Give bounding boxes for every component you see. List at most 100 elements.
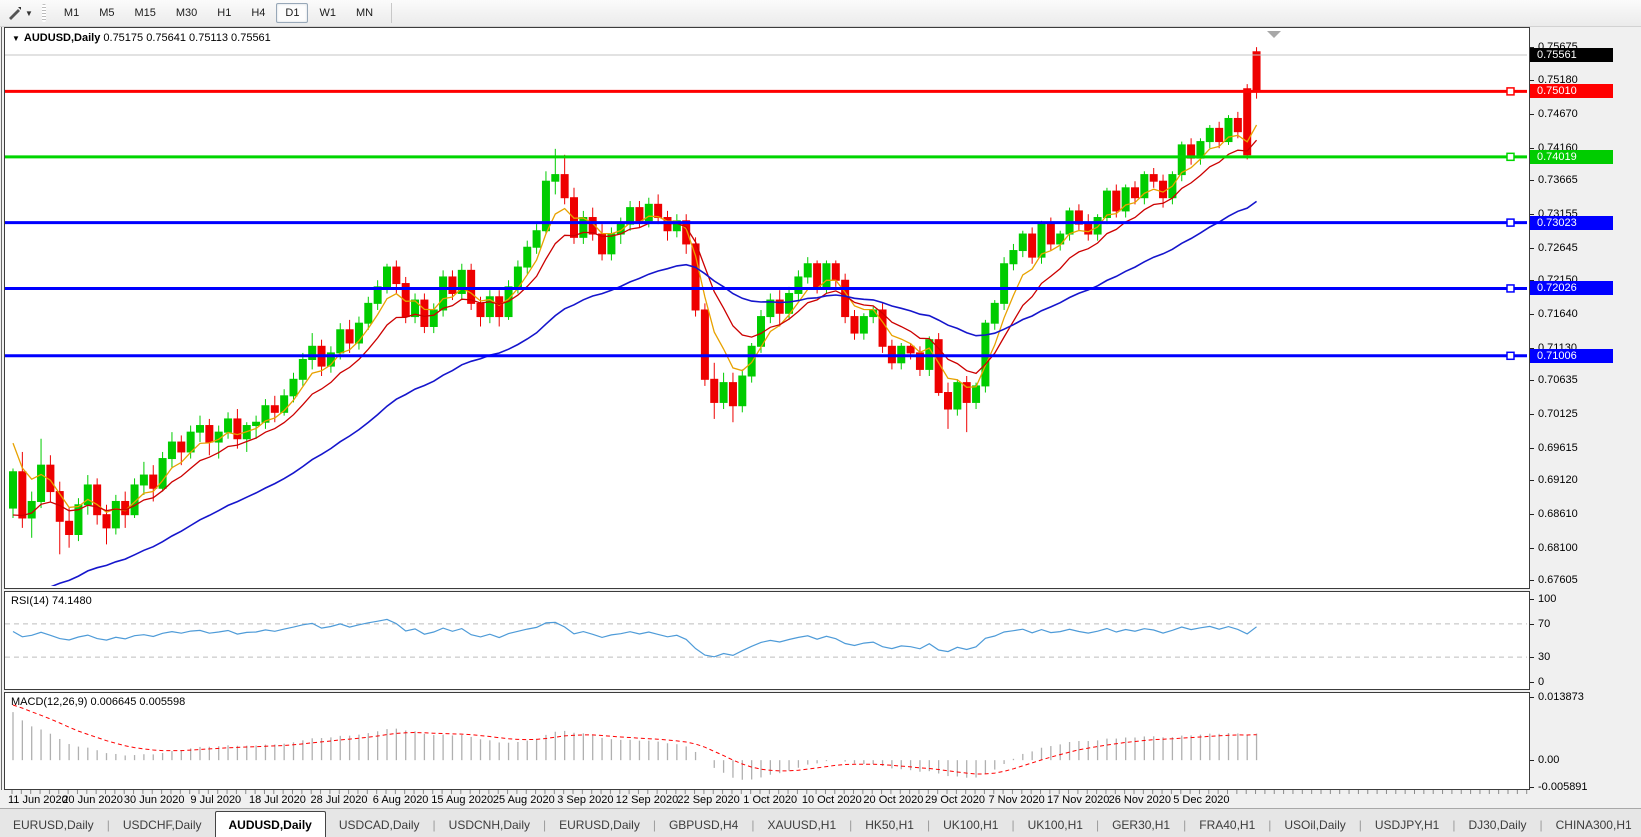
chart-tab[interactable]: HK50,H1 xyxy=(852,813,927,837)
mt4-window: ▼ M1M5M15M30H1H4D1W1MN ▼AUDUSD,Daily 0.7… xyxy=(0,0,1641,837)
date-label: 11 Jun 2020 xyxy=(8,794,68,806)
price-tick-label: 0.69615 xyxy=(1538,442,1578,454)
candle-body xyxy=(94,485,101,515)
candle-body xyxy=(711,379,718,402)
candle-body xyxy=(720,383,727,403)
macd-tick-label: 0.013873 xyxy=(1538,691,1584,703)
candle-body xyxy=(346,330,353,343)
timeframe-button-m5[interactable]: M5 xyxy=(90,3,123,23)
candle-body xyxy=(1010,251,1017,264)
chart-tab[interactable]: GER30,H1 xyxy=(1099,813,1183,837)
line-handle[interactable] xyxy=(1507,219,1514,226)
price-tick-label: 0.68610 xyxy=(1538,508,1578,520)
date-label: 12 Sep 2020 xyxy=(616,794,678,806)
chart-tab[interactable]: GBPUSD,H4 xyxy=(656,813,751,837)
macd-histogram xyxy=(13,712,1257,780)
candle-body xyxy=(608,234,615,254)
chart-tab[interactable]: XAUUSD,H1 xyxy=(754,813,849,837)
candle-body xyxy=(1132,188,1139,198)
candle-body xyxy=(636,208,643,221)
timeframe-button-mn[interactable]: MN xyxy=(347,3,382,23)
chart-tab[interactable]: DJ30,Daily xyxy=(1455,813,1539,837)
candle-body xyxy=(365,303,372,323)
candle-body xyxy=(103,515,110,528)
macd-panel[interactable]: MACD(12,26,9) 0.006645 0.005598 xyxy=(4,692,1530,790)
macd-tick-mark xyxy=(1530,697,1534,698)
price-tick-mark xyxy=(1530,248,1534,249)
candle-body xyxy=(178,442,185,452)
chart-tab[interactable]: USDJPY,H1 xyxy=(1362,813,1452,837)
date-label: 7 Nov 2020 xyxy=(988,794,1044,806)
candle-body xyxy=(271,406,278,413)
candle-body xyxy=(440,277,447,310)
macd-tick-label: 0.00 xyxy=(1538,754,1559,766)
price-tick-label: 0.70635 xyxy=(1538,374,1578,386)
candle-body xyxy=(38,465,45,501)
candle-body xyxy=(851,317,858,334)
date-label: 29 Oct 2020 xyxy=(925,794,985,806)
line-handle[interactable] xyxy=(1507,153,1514,160)
chart-tab[interactable]: USDCHF,Daily xyxy=(110,813,215,837)
candle-body xyxy=(580,218,587,238)
candle-body xyxy=(1216,128,1223,141)
toolbar-grip[interactable] xyxy=(42,4,46,22)
candle-body xyxy=(1019,234,1026,251)
chart-tab[interactable]: UK100,H1 xyxy=(930,813,1011,837)
line-handle[interactable] xyxy=(1507,88,1514,95)
rsi-panel[interactable]: RSI(14) 74.1480 xyxy=(4,591,1530,690)
time-axis: 11 Jun 202020 Jun 202030 Jun 20209 Jul 2… xyxy=(4,790,1530,808)
chart-tab[interactable]: AUDUSD,Daily xyxy=(215,811,326,837)
chart-tab[interactable]: CHINA300,H1 xyxy=(1543,813,1641,837)
timeframe-button-d1[interactable]: D1 xyxy=(276,3,308,23)
price-tick-mark xyxy=(1530,314,1534,315)
chart-title: ▼AUDUSD,Daily 0.75175 0.75641 0.75113 0.… xyxy=(12,32,271,44)
chart-ohlc: 0.75175 0.75641 0.75113 0.75561 xyxy=(103,32,270,44)
candle-body xyxy=(945,393,952,410)
timeframe-button-m1[interactable]: M1 xyxy=(55,3,88,23)
price-badge: 0.75561 xyxy=(1530,48,1613,62)
candle-body xyxy=(19,472,26,518)
candle-body xyxy=(206,426,213,443)
candle-body xyxy=(1160,181,1167,198)
date-label: 20 Oct 2020 xyxy=(863,794,923,806)
candle-body xyxy=(1253,52,1260,92)
candle-body xyxy=(524,247,531,267)
date-label: 5 Dec 2020 xyxy=(1173,794,1229,806)
cursor-tool-button[interactable]: ▼ xyxy=(4,4,36,22)
candle-body xyxy=(823,264,830,287)
chart-tab[interactable]: USDCAD,Daily xyxy=(326,813,433,837)
chart-shift-marker-icon[interactable] xyxy=(1267,31,1281,38)
line-handle[interactable] xyxy=(1507,352,1514,359)
timeframe-button-m30[interactable]: M30 xyxy=(167,3,206,23)
candle-body xyxy=(1047,224,1054,244)
candle-body xyxy=(748,346,755,376)
chart-context-arrow[interactable]: ▼ xyxy=(12,34,20,43)
timeframe-button-h1[interactable]: H1 xyxy=(208,3,240,23)
chart-tabs: EURUSD,Daily|USDCHF,DailyAUDUSD,DailyUSD… xyxy=(0,808,1641,837)
date-label: 25 Aug 2020 xyxy=(493,794,555,806)
chart-tab[interactable]: EURUSD,Daily xyxy=(546,813,653,837)
chart-tab[interactable]: USOil,Daily xyxy=(1271,813,1358,837)
candle-body xyxy=(1029,234,1036,257)
price-badge: 0.72026 xyxy=(1530,281,1613,295)
price-tick-label: 0.69120 xyxy=(1538,474,1578,486)
chart-tab[interactable]: USDCNH,Daily xyxy=(436,813,543,837)
timeframe-button-h4[interactable]: H4 xyxy=(242,3,274,23)
candle-body xyxy=(1038,224,1045,257)
price-chart-panel[interactable]: ▼AUDUSD,Daily 0.75175 0.75641 0.75113 0.… xyxy=(4,27,1530,589)
candle-body xyxy=(1113,191,1120,211)
window-frame-edge xyxy=(1,27,2,790)
chart-tab[interactable]: UK100,H1 xyxy=(1015,813,1096,837)
candle-body xyxy=(112,501,119,527)
candle-body xyxy=(795,277,802,294)
candle-body xyxy=(421,300,428,326)
price-tick-mark xyxy=(1530,180,1534,181)
date-label: 20 Jun 2020 xyxy=(62,794,123,806)
candle-body xyxy=(786,293,793,313)
line-handle[interactable] xyxy=(1507,285,1514,292)
timeframe-button-m15[interactable]: M15 xyxy=(125,3,164,23)
chart-tab[interactable]: FRA40,H1 xyxy=(1186,813,1268,837)
timeframe-button-w1[interactable]: W1 xyxy=(310,3,345,23)
chart-tab[interactable]: EURUSD,Daily xyxy=(0,813,107,837)
candle-body xyxy=(66,521,73,534)
